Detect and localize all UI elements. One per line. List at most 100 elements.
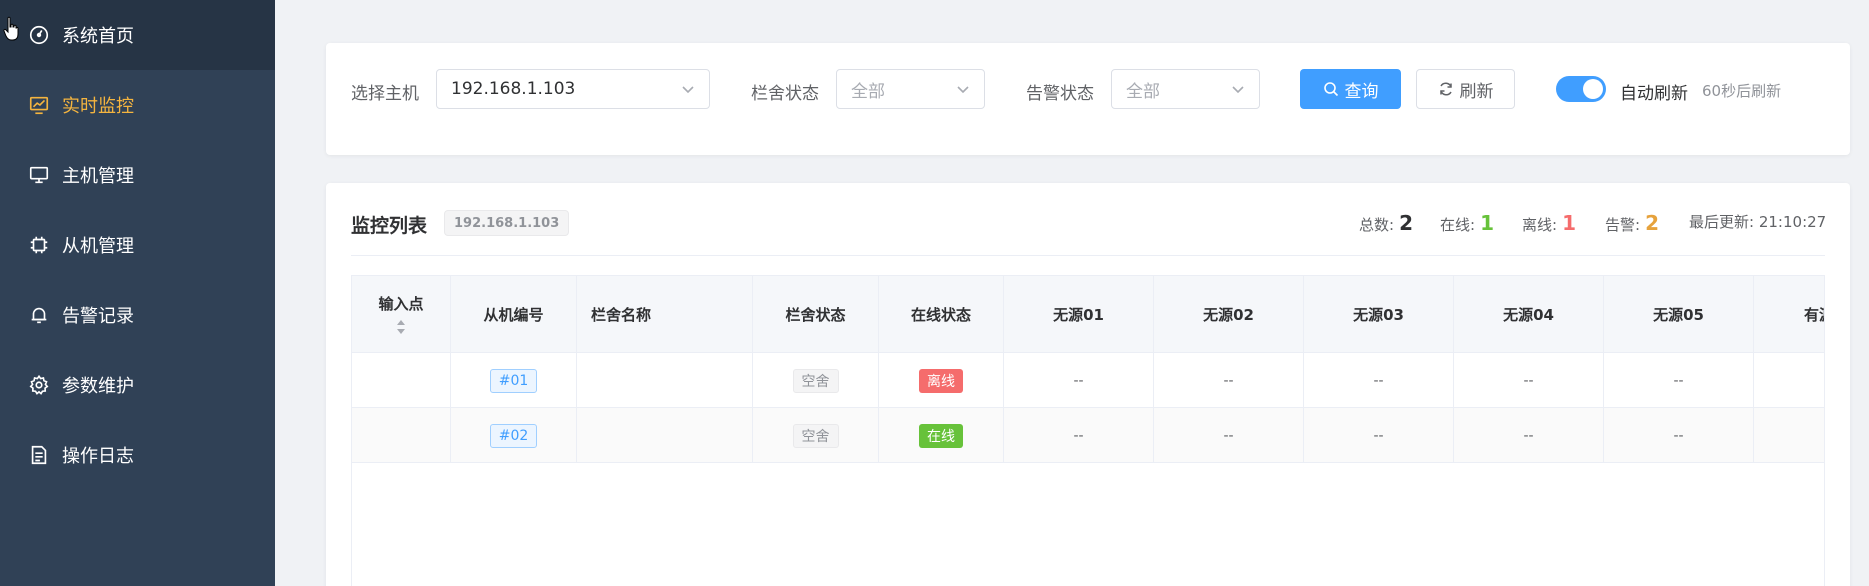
cell-passive-04: -- bbox=[1454, 353, 1604, 408]
cpu-icon bbox=[28, 234, 50, 256]
monitor-table: 输入点 从机编号 栏舍名称 栏舍状态 在线状态 无源01 无源02 无源03 无… bbox=[351, 275, 1825, 586]
cell-passive-05: -- bbox=[1604, 408, 1754, 463]
filter-panel: 选择主机 192.168.1.103 栏舍状态 全部 告警状态 全部 查询 刷新… bbox=[326, 43, 1850, 155]
sidebar-item-label: 主机管理 bbox=[62, 166, 134, 187]
last-updated: 最后更新: 21:10:27 bbox=[1689, 211, 1826, 232]
mouse-pointer-icon bbox=[3, 16, 19, 41]
cell-passive-01: -- bbox=[1004, 353, 1154, 408]
cell-input-point bbox=[352, 408, 451, 463]
sidebar-item-home[interactable]: 系统首页 bbox=[0, 0, 275, 70]
chevron-down-icon bbox=[1232, 86, 1244, 94]
gear-icon bbox=[28, 374, 50, 396]
column-header-pen-name: 栏舍名称 bbox=[577, 276, 753, 353]
sidebar-item-alarm-records[interactable]: 告警记录 bbox=[0, 280, 275, 350]
cell-passive-01: -- bbox=[1004, 408, 1154, 463]
column-header-passive-04: 无源04 bbox=[1454, 276, 1604, 353]
document-icon bbox=[28, 444, 50, 466]
sidebar-item-label: 实时监控 bbox=[62, 96, 134, 117]
monitor-chart-icon bbox=[28, 94, 50, 116]
sidebar-item-label: 参数维护 bbox=[62, 376, 134, 397]
alarm-status-label: 告警状态 bbox=[1026, 84, 1094, 104]
stat-online-label: 在线: bbox=[1440, 216, 1476, 234]
stat-online: 在线: 1 bbox=[1440, 211, 1494, 235]
bell-icon bbox=[28, 304, 50, 326]
host-select[interactable]: 192.168.1.103 bbox=[436, 69, 710, 109]
stat-online-value: 1 bbox=[1480, 211, 1494, 235]
column-header-passive-05: 无源05 bbox=[1604, 276, 1754, 353]
sidebar-item-label: 告警记录 bbox=[62, 306, 134, 327]
query-button[interactable]: 查询 bbox=[1300, 69, 1401, 109]
alarm-status-value: 全部 bbox=[1126, 81, 1160, 102]
pen-status-value: 全部 bbox=[851, 81, 885, 102]
stat-total-label: 总数: bbox=[1359, 216, 1395, 234]
sidebar-item-label: 系统首页 bbox=[62, 26, 134, 47]
cell-online-status: 在线 bbox=[879, 408, 1004, 463]
pen-status-tag: 空舍 bbox=[792, 368, 839, 393]
sidebar-item-operation-log[interactable]: 操作日志 bbox=[0, 420, 275, 490]
stat-offline-value: 1 bbox=[1562, 211, 1576, 235]
host-select-value: 192.168.1.103 bbox=[451, 79, 576, 99]
cell-passive-03: -- bbox=[1304, 353, 1454, 408]
column-header-online-status: 在线状态 bbox=[879, 276, 1004, 353]
cell-active-01: - bbox=[1754, 408, 1824, 463]
column-header-active: 有源 bbox=[1754, 276, 1824, 353]
list-title: 监控列表 bbox=[351, 215, 428, 237]
last-updated-label: 最后更新: bbox=[1689, 213, 1755, 231]
sidebar-item-realtime-monitor[interactable]: 实时监控 bbox=[0, 70, 275, 140]
table-row[interactable]: #01 空舍 离线 -- -- -- -- -- - bbox=[352, 353, 1824, 408]
online-status-tag: 离线 bbox=[919, 368, 963, 393]
stat-offline-label: 离线: bbox=[1522, 216, 1558, 234]
alarm-status-select[interactable]: 全部 bbox=[1111, 69, 1260, 109]
query-button-label: 查询 bbox=[1344, 81, 1379, 102]
sidebar-item-slave-management[interactable]: 从机管理 bbox=[0, 210, 275, 280]
table-header: 输入点 从机编号 栏舍名称 栏舍状态 在线状态 无源01 无源02 无源03 无… bbox=[352, 276, 1824, 353]
stat-total: 总数: 2 bbox=[1359, 211, 1413, 235]
desktop-icon bbox=[28, 164, 50, 186]
table-row[interactable]: #02 空舍 在线 -- -- -- -- -- - bbox=[352, 408, 1824, 463]
sidebar-item-host-management[interactable]: 主机管理 bbox=[0, 140, 275, 210]
cell-passive-04: -- bbox=[1454, 408, 1604, 463]
cell-passive-02: -- bbox=[1154, 353, 1304, 408]
column-header-slave-id: 从机编号 bbox=[451, 276, 577, 353]
column-header-label: 输入点 bbox=[378, 295, 424, 313]
cell-pen-name bbox=[577, 408, 753, 463]
stat-offline: 离线: 1 bbox=[1522, 211, 1576, 235]
cell-online-status: 离线 bbox=[879, 353, 1004, 408]
cell-passive-05: -- bbox=[1604, 353, 1754, 408]
column-header-input-point[interactable]: 输入点 bbox=[352, 276, 451, 353]
auto-refresh-toggle[interactable] bbox=[1556, 76, 1606, 102]
column-header-pen-status: 栏舍状态 bbox=[753, 276, 879, 353]
column-header-passive-01: 无源01 bbox=[1004, 276, 1154, 353]
monitor-list-panel: 监控列表 192.168.1.103 总数: 2 在线: 1 离线: 1 告警: 2 最… bbox=[326, 183, 1850, 586]
divider bbox=[351, 255, 1825, 256]
stat-alarm-value: 2 bbox=[1645, 211, 1659, 235]
stat-alarm-label: 告警: bbox=[1605, 216, 1641, 234]
refresh-button[interactable]: 刷新 bbox=[1416, 69, 1515, 109]
sidebar-item-label: 从机管理 bbox=[62, 236, 134, 257]
cell-input-point bbox=[352, 353, 451, 408]
last-updated-time: 21:10:27 bbox=[1758, 213, 1827, 231]
cell-passive-03: -- bbox=[1304, 408, 1454, 463]
cell-slave-id: #01 bbox=[451, 353, 577, 408]
slave-id-tag[interactable]: #02 bbox=[489, 423, 538, 448]
dashboard-icon bbox=[28, 24, 50, 46]
sidebar: 系统首页 实时监控 主机管理 从机管理 告警记录 参数维护 操作日志 bbox=[0, 0, 275, 586]
stat-total-value: 2 bbox=[1399, 211, 1413, 235]
pen-status-tag: 空舍 bbox=[792, 423, 839, 448]
auto-refresh-label: 自动刷新 bbox=[1620, 84, 1688, 104]
column-header-passive-02: 无源02 bbox=[1154, 276, 1304, 353]
pen-status-select[interactable]: 全部 bbox=[836, 69, 985, 109]
stat-alarm: 告警: 2 bbox=[1605, 211, 1659, 235]
refresh-icon bbox=[1439, 82, 1452, 96]
slave-id-tag[interactable]: #01 bbox=[489, 368, 538, 393]
sort-icon[interactable] bbox=[395, 318, 407, 336]
search-icon bbox=[1323, 82, 1338, 97]
toggle-knob bbox=[1583, 79, 1603, 99]
online-status-tag: 在线 bbox=[919, 423, 963, 448]
sidebar-item-parameter-maintenance[interactable]: 参数维护 bbox=[0, 350, 275, 420]
column-header-passive-03: 无源03 bbox=[1304, 276, 1454, 353]
cell-passive-02: -- bbox=[1154, 408, 1304, 463]
auto-refresh-countdown: 60秒后刷新 bbox=[1702, 82, 1782, 100]
pen-status-label: 栏舍状态 bbox=[751, 84, 819, 104]
host-tag: 192.168.1.103 bbox=[444, 210, 570, 236]
